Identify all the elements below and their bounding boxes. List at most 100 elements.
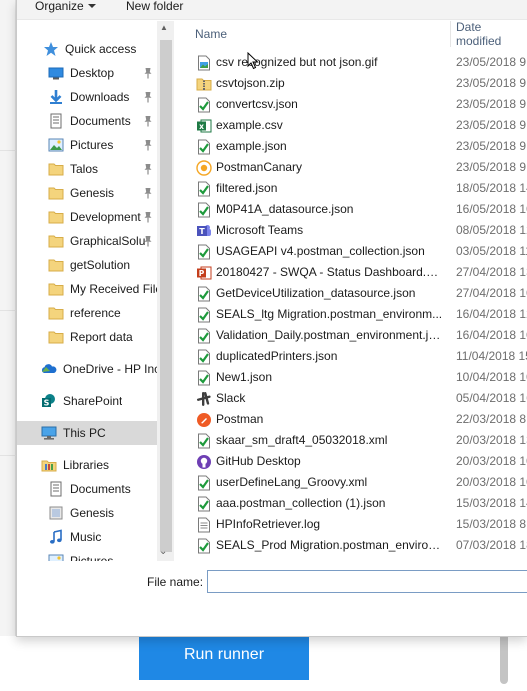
nav-item[interactable]: Genesis <box>17 501 174 525</box>
nav-item[interactable]: Downloads <box>17 85 174 109</box>
file-row[interactable]: duplicatedPrinters.json 11/04/2018 15 <box>174 346 527 367</box>
file-name-input[interactable] <box>207 570 527 593</box>
scroll-up-icon[interactable]: ▲ <box>160 23 168 32</box>
nav-item[interactable]: My Received File <box>17 277 174 301</box>
file-row[interactable]: aaa.postman_collection (1).json 15/03/201… <box>174 493 527 514</box>
star-icon <box>43 41 59 57</box>
file-row[interactable]: Validation_Daily.postman_environment.js.… <box>174 325 527 346</box>
pin-icon[interactable] <box>143 91 153 103</box>
onedrive-cloud-icon <box>41 361 57 377</box>
file-name: csvtojson.zip <box>216 76 285 90</box>
nav-item[interactable]: getSolution <box>17 253 174 277</box>
file-row[interactable]: Slack 05/04/2018 16 <box>174 388 527 409</box>
file-row[interactable]: userDefineLang_Groovy.xml 20/03/2018 10 <box>174 472 527 493</box>
powerpoint-file-icon: P <box>196 264 212 281</box>
folder-icon <box>48 257 64 273</box>
new-folder-button[interactable]: New folder <box>126 0 183 14</box>
nav-item-label: OneDrive - HP Inc <box>63 362 161 376</box>
nav-item[interactable]: Talos <box>17 157 174 181</box>
pin-icon[interactable] <box>143 67 153 79</box>
nav-item-label: GraphicalSolu <box>70 234 146 248</box>
music-icon <box>48 529 64 545</box>
nav-item[interactable]: Report data <box>17 325 174 349</box>
open-file-dialog: Organize New folder Quick access Desktop D… <box>16 0 527 637</box>
image-file-icon <box>196 54 212 71</box>
pin-icon[interactable] <box>143 235 153 247</box>
file-row[interactable]: csv recognized but not json.gif 23/05/201… <box>174 52 527 73</box>
nav-item[interactable]: Pictures <box>17 549 174 561</box>
file-row[interactable]: x example.csv 23/05/2018 9:4 <box>174 115 527 136</box>
file-row[interactable]: convertcsv.json 23/05/2018 9:5 <box>174 94 527 115</box>
nav-item[interactable]: OneDrive - HP Inc <box>17 357 174 381</box>
nav-item[interactable]: Desktop <box>17 61 174 85</box>
zip-file-icon <box>196 75 212 92</box>
organize-button[interactable]: Organize <box>35 0 96 14</box>
file-date-modified: 08/05/2018 12 <box>456 223 527 237</box>
file-row[interactable]: GitHub Desktop 20/03/2018 10 <box>174 451 527 472</box>
nav-item[interactable]: Libraries <box>17 453 174 477</box>
nav-item-label: Documents <box>70 114 131 128</box>
nav-item[interactable]: This PC <box>17 421 174 445</box>
file-row[interactable]: M0P41A_datasource.json 16/05/2018 10 <box>174 199 527 220</box>
pin-icon[interactable] <box>143 115 153 127</box>
svg-text:P: P <box>199 269 205 278</box>
file-row[interactable]: PostmanCanary 23/05/2018 9:4 <box>174 157 527 178</box>
pin-icon[interactable] <box>143 139 153 151</box>
file-name: filtered.json <box>216 181 278 195</box>
nav-item[interactable]: Development <box>17 205 174 229</box>
nav-item[interactable]: Documents <box>17 477 174 501</box>
file-date-modified: 11/04/2018 15 <box>456 349 527 363</box>
file-row[interactable]: GetDeviceUtilization_datasource.json 27/0… <box>174 283 527 304</box>
file-row[interactable]: filtered.json 18/05/2018 14 <box>174 178 527 199</box>
nav-item[interactable]: S SharePoint <box>17 389 174 413</box>
nav-item-label: Downloads <box>70 90 130 104</box>
scroll-down-icon[interactable]: ⌄ <box>159 546 167 557</box>
column-header-date-modified[interactable]: Date modified <box>456 21 527 48</box>
file-date-modified: 22/03/2018 8:2 <box>456 412 527 426</box>
file-name: HPInfoRetriever.log <box>216 517 321 531</box>
download-arrow-icon <box>48 89 64 105</box>
column-header-name[interactable]: Name <box>195 21 227 47</box>
file-row[interactable]: P 20180427 - SWQA - Status Dashboard.pptx… <box>174 262 527 283</box>
file-row[interactable]: HPInfoRetriever.log 15/03/2018 8:2 <box>174 514 527 535</box>
file-row[interactable]: New1.json 10/04/2018 10 <box>174 367 527 388</box>
nav-item[interactable]: Quick access <box>17 37 174 61</box>
slack-icon <box>196 390 212 407</box>
pin-icon[interactable] <box>143 211 153 223</box>
folder-icon <box>48 305 64 321</box>
nav-item-label: Development <box>70 210 141 224</box>
pin-icon[interactable] <box>143 163 153 175</box>
nav-item-label: getSolution <box>70 258 131 272</box>
file-date-modified: 20/03/2018 10 <box>456 454 527 468</box>
github-icon <box>196 453 212 470</box>
nav-item[interactable]: reference <box>17 301 174 325</box>
file-date-modified: 27/04/2018 13 <box>456 265 527 279</box>
chevron-down-icon <box>87 4 96 8</box>
nav-item[interactable]: GraphicalSolu <box>17 229 174 253</box>
file-row[interactable]: csvtojson.zip 23/05/2018 9:5 <box>174 73 527 94</box>
file-name: aaa.postman_collection (1).json <box>216 496 386 510</box>
file-row[interactable]: T Microsoft Teams 08/05/2018 12 <box>174 220 527 241</box>
column-divider[interactable] <box>450 21 451 47</box>
file-name: duplicatedPrinters.json <box>216 349 338 363</box>
folder-icon <box>48 233 64 249</box>
file-name: SEALS_ltg Migration.postman_environm... <box>216 307 443 321</box>
nav-item[interactable]: Genesis <box>17 181 174 205</box>
file-row[interactable]: example.json 23/05/2018 9:4 <box>174 136 527 157</box>
file-row[interactable]: SEALS_ltg Migration.postman_environm... 1… <box>174 304 527 325</box>
file-date-modified: 15/03/2018 8:2 <box>456 517 527 531</box>
pin-icon[interactable] <box>143 187 153 199</box>
pictures-icon <box>48 137 64 153</box>
nav-scrollbar-thumb[interactable] <box>160 40 172 552</box>
file-row[interactable]: SEALS_Prod Migration.postman_environ... 0… <box>174 535 527 556</box>
file-row[interactable]: skaar_sm_draft4_05032018.xml 20/03/2018 1… <box>174 430 527 451</box>
nav-item-label: This PC <box>63 426 106 440</box>
nav-item[interactable]: Documents <box>17 109 174 133</box>
nav-item[interactable]: Pictures <box>17 133 174 157</box>
mouse-cursor-icon <box>247 52 259 70</box>
nav-item[interactable]: Music <box>17 525 174 549</box>
file-row[interactable]: USAGEAPI v4.postman_collection.json 03/05… <box>174 241 527 262</box>
pictures-icon <box>48 553 64 561</box>
folder-icon <box>48 185 64 201</box>
file-row[interactable]: Postman 22/03/2018 8:2 <box>174 409 527 430</box>
